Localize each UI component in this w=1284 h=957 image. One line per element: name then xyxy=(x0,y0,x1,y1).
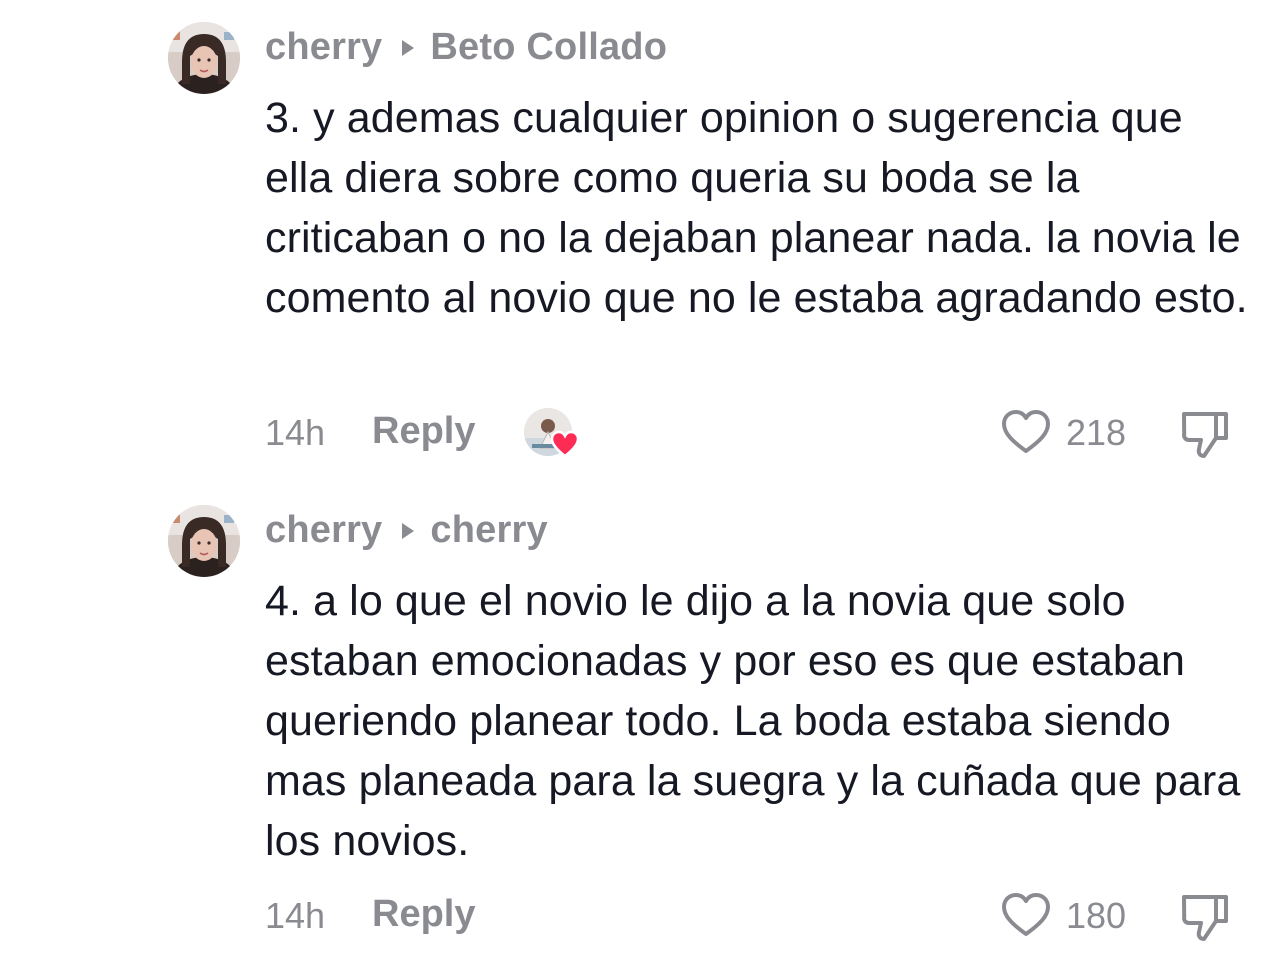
like-count: 180 xyxy=(1066,895,1127,936)
reply-to-name[interactable]: cherry xyxy=(430,509,547,552)
like-count: 218 xyxy=(1066,412,1127,453)
avatar[interactable] xyxy=(168,22,240,94)
reply-button[interactable]: Reply xyxy=(372,893,475,936)
heart-outline-icon[interactable] xyxy=(1000,891,1052,939)
caret-right-icon xyxy=(402,522,415,539)
avatar-image xyxy=(168,22,240,94)
reply-to-name[interactable]: Beto Collado xyxy=(430,26,667,69)
avatar[interactable] xyxy=(168,505,240,577)
comment-text: 4. a lo que el novio le dijo a la novia … xyxy=(265,577,1241,865)
author-name[interactable]: cherry xyxy=(265,509,382,552)
creator-liked-badge xyxy=(524,408,580,458)
avatar-image xyxy=(168,505,240,577)
comment-header: cherry Beto Collado xyxy=(265,26,667,69)
thumbs-down-outline-icon[interactable] xyxy=(1180,408,1230,460)
caret-right-icon xyxy=(402,39,415,56)
creator-heart-badge-icon xyxy=(550,430,580,458)
heart-outline-icon[interactable] xyxy=(1000,408,1052,456)
comment-text: 3. y ademas cualquier opinion o sugerenc… xyxy=(265,94,1248,322)
thumbs-down-outline-icon[interactable] xyxy=(1180,891,1230,943)
reply-button[interactable]: Reply xyxy=(372,410,475,453)
comment-header: cherry cherry xyxy=(265,509,548,552)
comment-actions: 14h Reply 218 xyxy=(0,402,1284,462)
comment-time: 14h xyxy=(265,412,326,453)
author-name[interactable]: cherry xyxy=(265,26,382,69)
comment-actions: 14h Reply 180 xyxy=(0,885,1284,945)
comment-time: 14h xyxy=(265,895,326,936)
